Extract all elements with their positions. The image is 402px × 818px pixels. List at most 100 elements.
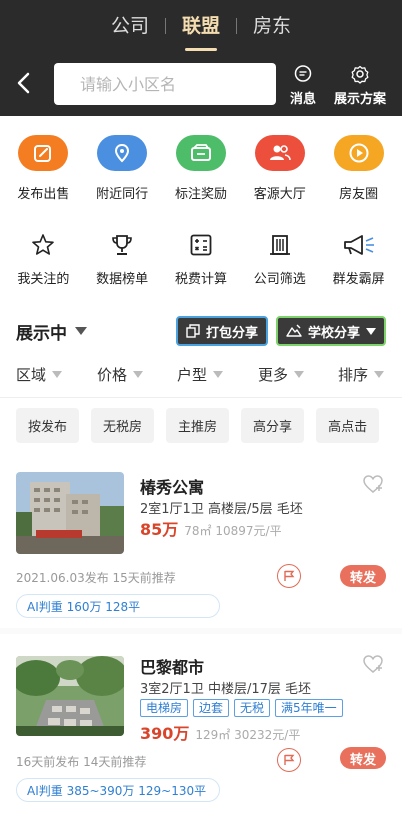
listing-area-unit-price: 78㎡ 10897元/平 xyxy=(184,524,282,538)
school-share-label: 学校分享 xyxy=(308,325,361,341)
display-plan-button[interactable]: 展示方案 xyxy=(334,64,386,107)
display-status-dropdown[interactable]: 展示中 xyxy=(16,319,67,344)
feature-tag: 无税 xyxy=(234,699,271,717)
tag-tax-free[interactable]: 无税房 xyxy=(91,408,155,443)
tool-label: 公司筛选 xyxy=(253,272,306,287)
chevron-down-icon xyxy=(213,371,224,378)
calculator-icon xyxy=(183,230,219,260)
megaphone-icon xyxy=(341,230,377,260)
listing-info: 3室2厅1卫 中楼层/17层 毛坯 xyxy=(140,682,311,697)
copy-icon xyxy=(186,324,200,338)
feature-tag: 边套 xyxy=(193,699,230,717)
edit-icon xyxy=(18,135,69,171)
chevron-down-icon xyxy=(75,327,87,335)
listing-price: 390万 xyxy=(140,724,190,743)
tool-following[interactable]: 我关注的 xyxy=(7,230,79,287)
quick-action-label: 标注奖励 xyxy=(174,187,227,202)
message-icon xyxy=(294,65,312,82)
location-icon xyxy=(97,135,148,171)
message-label: 消息 xyxy=(290,92,317,107)
tag-by-publish[interactable]: 按发布 xyxy=(16,408,80,443)
card-separator xyxy=(0,628,402,634)
feature-tag: 满5年唯一 xyxy=(275,699,343,717)
quick-actions: 发布出售 附近同行 标注奖励 客源大厅 房友圈 xyxy=(0,135,402,202)
chevron-down-icon xyxy=(366,327,376,335)
tab-alliance[interactable]: 联盟 xyxy=(166,14,236,51)
tag-featured[interactable]: 主推房 xyxy=(166,408,230,443)
tool-label: 我关注的 xyxy=(17,272,70,287)
quick-action-mark-reward[interactable]: 标注奖励 xyxy=(165,135,237,202)
forward-button[interactable]: 转发 xyxy=(340,747,386,769)
favorite-heart-icon[interactable] xyxy=(362,474,384,494)
display-plan-label: 展示方案 xyxy=(334,92,387,107)
quick-action-nearby-peers[interactable]: 附近同行 xyxy=(86,135,158,202)
tools: 我关注的 数据榜单 税费计算 公司筛选 群发霸屏 xyxy=(0,230,402,287)
listing-title: 巴黎都市 xyxy=(140,658,205,677)
star-icon xyxy=(25,230,61,260)
tag-high-share[interactable]: 高分享 xyxy=(241,408,305,443)
favorite-heart-icon[interactable] xyxy=(362,654,384,674)
divider xyxy=(0,397,402,398)
tool-label: 群发霸屏 xyxy=(332,272,385,287)
gear-icon xyxy=(351,65,369,84)
filter-price[interactable]: 价格 xyxy=(97,364,144,385)
report-flag-button[interactable] xyxy=(277,564,301,588)
tool-label: 税费计算 xyxy=(174,272,227,287)
tag-high-click[interactable]: 高点击 xyxy=(316,408,380,443)
feature-tag: 电梯房 xyxy=(140,699,189,717)
chevron-down-icon xyxy=(374,371,385,378)
people-icon xyxy=(254,135,305,171)
filter-label: 更多 xyxy=(258,366,289,384)
search-box[interactable] xyxy=(54,63,276,105)
filter-label: 价格 xyxy=(97,366,128,384)
chevron-down-icon xyxy=(294,371,305,378)
quick-action-client-hall[interactable]: 客源大厅 xyxy=(244,135,316,202)
listing-price: 85万 xyxy=(140,520,179,539)
listing-date: 2021.06.03发布 15天前推荐 xyxy=(16,571,176,585)
back-arrow-icon[interactable] xyxy=(16,72,32,94)
ai-duplicate-check[interactable]: AI判重 160万 128平 xyxy=(16,594,220,618)
filter-label: 户型 xyxy=(177,366,208,384)
tab-landlord[interactable]: 房东 xyxy=(237,14,307,38)
listing-photo xyxy=(16,656,124,736)
filter-area[interactable]: 区域 xyxy=(16,364,63,385)
wallet-icon xyxy=(175,135,226,171)
quick-action-label: 客源大厅 xyxy=(253,187,306,202)
report-flag-button[interactable] xyxy=(277,748,301,772)
quick-action-publish-sale[interactable]: 发布出售 xyxy=(7,135,79,202)
listing-feature-tags: 电梯房 边套 无税 满5年唯一 xyxy=(140,699,343,717)
pack-share-button[interactable]: 打包分享 xyxy=(176,316,268,346)
tool-mass-broadcast[interactable]: 群发霸屏 xyxy=(323,230,395,287)
listing-area-unit-price: 129㎡ 30232元/平 xyxy=(195,728,301,742)
listing-photo xyxy=(16,472,124,554)
tool-company-filter[interactable]: 公司筛选 xyxy=(244,230,316,287)
chevron-down-icon xyxy=(52,371,63,378)
tool-tax-calculator[interactable]: 税费计算 xyxy=(165,230,237,287)
quick-action-label: 附近同行 xyxy=(96,187,149,202)
search-input[interactable] xyxy=(80,74,276,94)
listing-date: 16天前发布 14天前推荐 xyxy=(16,755,147,769)
flag-icon xyxy=(284,754,295,765)
flag-icon xyxy=(284,570,295,581)
forward-button[interactable]: 转发 xyxy=(340,565,386,587)
pack-share-label: 打包分享 xyxy=(206,325,259,341)
school-icon xyxy=(286,324,302,337)
trophy-icon xyxy=(104,230,140,260)
tab-company[interactable]: 公司 xyxy=(95,14,165,38)
listing-title: 椿秀公寓 xyxy=(140,478,205,497)
listing-price-row: 390万 129㎡ 30232元/平 xyxy=(140,720,300,744)
filter-layout[interactable]: 户型 xyxy=(177,364,224,385)
school-share-button[interactable]: 学校分享 xyxy=(276,316,386,346)
ai-duplicate-check[interactable]: AI判重 385~390万 129~130平 xyxy=(16,778,220,802)
filter-label: 排序 xyxy=(338,366,369,384)
quick-action-label: 发布出售 xyxy=(17,187,70,202)
filter-more[interactable]: 更多 xyxy=(258,364,305,385)
quick-tags: 按发布 无税房 主推房 高分享 高点击 xyxy=(16,408,380,443)
message-button[interactable]: 消息 xyxy=(290,64,316,107)
filter-sort[interactable]: 排序 xyxy=(338,364,385,385)
tool-data-ranking[interactable]: 数据榜单 xyxy=(86,230,158,287)
play-icon xyxy=(333,135,384,171)
quick-action-peer-circle[interactable]: 房友圈 xyxy=(323,135,395,202)
filter-label: 区域 xyxy=(16,366,47,384)
display-row: 展示中 打包分享 学校分享 xyxy=(16,316,388,346)
